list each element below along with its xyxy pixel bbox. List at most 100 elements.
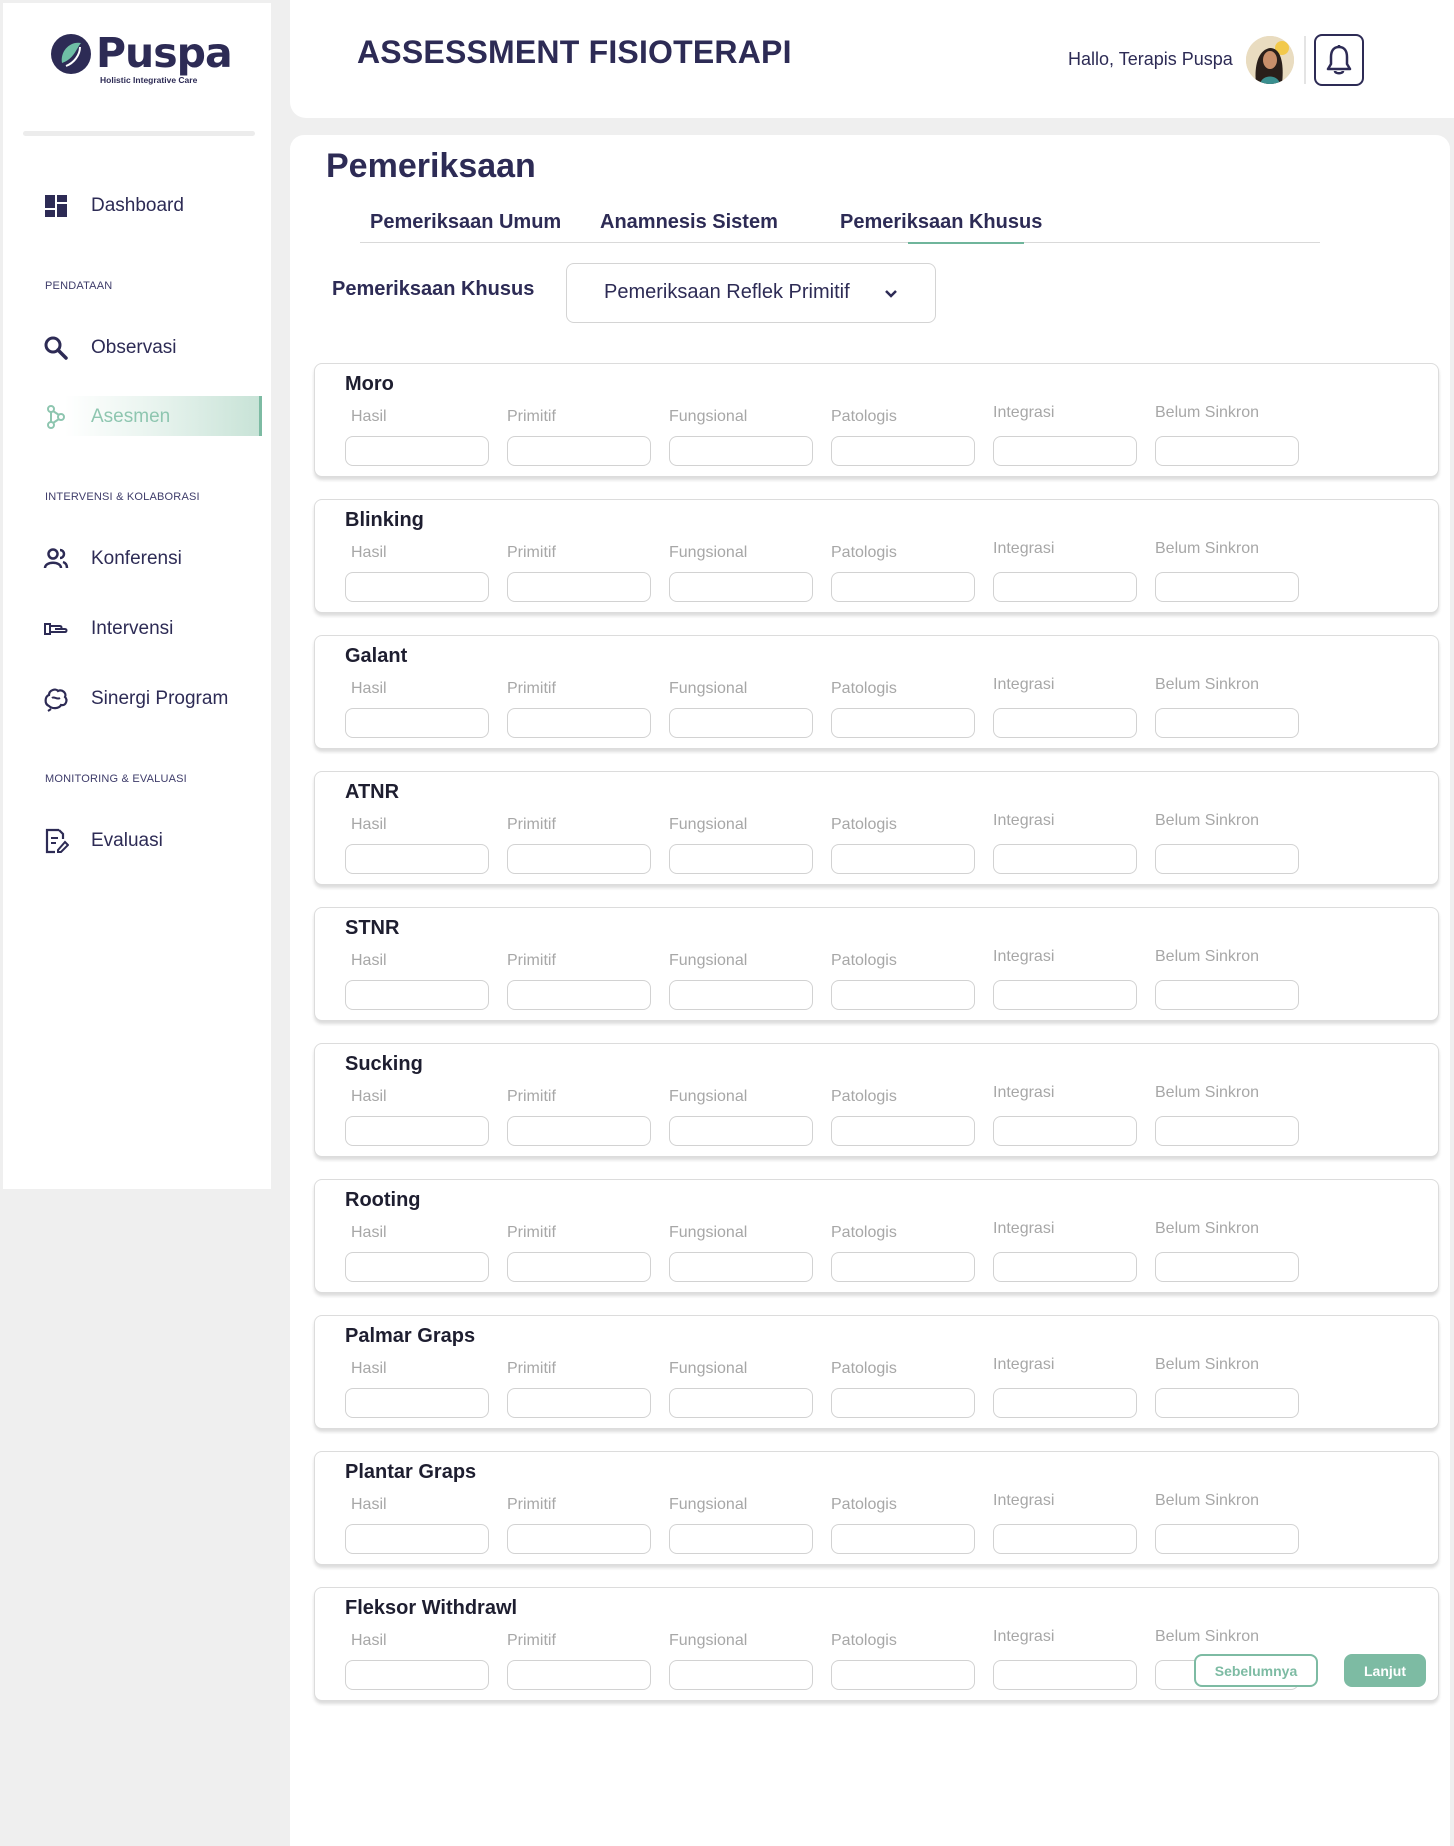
patologis-input[interactable] — [831, 436, 975, 466]
reflex-name: Fleksor Withdrawl — [345, 1597, 518, 1619]
fungsional-input[interactable] — [669, 1524, 813, 1554]
brand-logo[interactable]: Puspa Holistic Integrative Care — [50, 29, 233, 87]
belum-sinkron-input[interactable] — [1155, 1252, 1299, 1282]
sidebar-item-label: Asesmen — [91, 406, 171, 427]
belum-sinkron-input[interactable] — [1155, 1116, 1299, 1146]
patologis-input[interactable] — [831, 1388, 975, 1418]
primitif-input[interactable] — [507, 1116, 651, 1146]
patologis-input[interactable] — [831, 844, 975, 874]
hasil-input[interactable] — [345, 844, 489, 874]
primitif-input[interactable] — [507, 572, 651, 602]
fungsional-input[interactable] — [669, 572, 813, 602]
field-label: Integrasi — [993, 812, 1055, 829]
sidebar-item-observasi[interactable]: Observasi — [3, 327, 271, 367]
patologis-input[interactable] — [831, 1252, 975, 1282]
sidebar-item-asesmen[interactable]: Asesmen — [3, 396, 271, 436]
fungsional-input[interactable] — [669, 1660, 813, 1690]
sidebar-item-sinergi-program[interactable]: Sinergi Program — [3, 678, 271, 718]
field-label: Integrasi — [993, 1492, 1055, 1509]
field-label: Patologis — [831, 1088, 897, 1105]
reflex-card: Moro Hasil Primitif Fungsional Patologis Inte… — [314, 363, 1439, 477]
hasil-input[interactable] — [345, 1388, 489, 1418]
exam-type-select[interactable]: Pemeriksaan Reflek Primitif — [566, 263, 936, 323]
belum-sinkron-input[interactable] — [1155, 980, 1299, 1010]
integrasi-input[interactable] — [993, 1116, 1137, 1146]
patologis-input[interactable] — [831, 1116, 975, 1146]
exam-type-value: Pemeriksaan Reflek Primitif — [604, 281, 850, 303]
primitif-input[interactable] — [507, 1388, 651, 1418]
patologis-input[interactable] — [831, 1524, 975, 1554]
hasil-input[interactable] — [345, 436, 489, 466]
belum-sinkron-input[interactable] — [1155, 1388, 1299, 1418]
hasil-input[interactable] — [345, 1660, 489, 1690]
fungsional-input[interactable] — [669, 844, 813, 874]
avatar[interactable] — [1246, 36, 1294, 84]
hasil-input[interactable] — [345, 708, 489, 738]
fungsional-input[interactable] — [669, 436, 813, 466]
page-title: ASSESSMENT FISIOTERAPI — [357, 34, 792, 70]
nav-section-pendataan: PENDATAAN — [45, 280, 113, 292]
sidebar-item-evaluasi[interactable]: Evaluasi — [3, 820, 271, 860]
integrasi-input[interactable] — [993, 1524, 1137, 1554]
patologis-input[interactable] — [831, 572, 975, 602]
integrasi-input[interactable] — [993, 572, 1137, 602]
primitif-input[interactable] — [507, 1660, 651, 1690]
previous-button[interactable]: Sebelumnya — [1194, 1654, 1318, 1687]
integrasi-input[interactable] — [993, 1388, 1137, 1418]
reflex-card: Blinking Hasil Primitif Fungsional Patologis… — [314, 499, 1439, 613]
sidebar-item-konferensi[interactable]: Konferensi — [3, 538, 271, 578]
users-icon — [43, 548, 69, 569]
belum-sinkron-input[interactable] — [1155, 844, 1299, 874]
field-label: Belum Sinkron — [1155, 1628, 1260, 1645]
integrasi-input[interactable] — [993, 980, 1137, 1010]
fungsional-input[interactable] — [669, 708, 813, 738]
belum-sinkron-input[interactable] — [1155, 1524, 1299, 1554]
top-header: ASSESSMENT FISIOTERAPI Hallo, Terapis Pu… — [290, 0, 1454, 118]
hasil-input[interactable] — [345, 1524, 489, 1554]
primitif-input[interactable] — [507, 436, 651, 466]
primitif-input[interactable] — [507, 980, 651, 1010]
field-label: Primitif — [507, 816, 556, 833]
fungsional-input[interactable] — [669, 1388, 813, 1418]
field-label: Fungsional — [669, 408, 748, 425]
tab-anamnesis-sistem[interactable]: Anamnesis Sistem — [600, 211, 778, 234]
hasil-input[interactable] — [345, 1116, 489, 1146]
patologis-input[interactable] — [831, 1660, 975, 1690]
primitif-input[interactable] — [507, 708, 651, 738]
field-label: Primitif — [507, 680, 556, 697]
fungsional-input[interactable] — [669, 980, 813, 1010]
integrasi-input[interactable] — [993, 1660, 1137, 1690]
primitif-input[interactable] — [507, 1252, 651, 1282]
reflex-list: Moro Hasil Primitif Fungsional Patologis Inte… — [314, 363, 1439, 1723]
reflex-card: Rooting Hasil Primitif Fungsional Patologis I… — [314, 1179, 1439, 1293]
sidebar-item-dashboard[interactable]: Dashboard — [3, 185, 271, 225]
sidebar-item-label: Konferensi — [91, 548, 182, 569]
notification-button[interactable] — [1314, 34, 1364, 86]
brand-tagline: Holistic Integrative Care — [100, 75, 198, 85]
hasil-input[interactable] — [345, 980, 489, 1010]
hasil-input[interactable] — [345, 1252, 489, 1282]
belum-sinkron-input[interactable] — [1155, 572, 1299, 602]
belum-sinkron-input[interactable] — [1155, 436, 1299, 466]
patologis-input[interactable] — [831, 708, 975, 738]
fungsional-input[interactable] — [669, 1116, 813, 1146]
field-label: Primitif — [507, 1360, 556, 1377]
integrasi-input[interactable] — [993, 708, 1137, 738]
tab-pemeriksaan-khusus[interactable]: Pemeriksaan Khusus — [840, 211, 1042, 234]
hasil-input[interactable] — [345, 572, 489, 602]
reflex-name: Sucking — [345, 1053, 423, 1075]
primitif-input[interactable] — [507, 1524, 651, 1554]
primitif-input[interactable] — [507, 844, 651, 874]
fungsional-input[interactable] — [669, 1252, 813, 1282]
integrasi-input[interactable] — [993, 1252, 1137, 1282]
integrasi-input[interactable] — [993, 844, 1137, 874]
field-label: Belum Sinkron — [1155, 1084, 1260, 1101]
sidebar-item-intervensi[interactable]: Intervensi — [3, 608, 271, 648]
patologis-input[interactable] — [831, 980, 975, 1010]
belum-sinkron-input[interactable] — [1155, 708, 1299, 738]
tab-pemeriksaan-umum[interactable]: Pemeriksaan Umum — [370, 211, 561, 234]
field-label: Hasil — [351, 544, 387, 561]
integrasi-input[interactable] — [993, 436, 1137, 466]
next-button[interactable]: Lanjut — [1344, 1654, 1426, 1687]
reflex-card: Sucking Hasil Primitif Fungsional Patologis I… — [314, 1043, 1439, 1157]
